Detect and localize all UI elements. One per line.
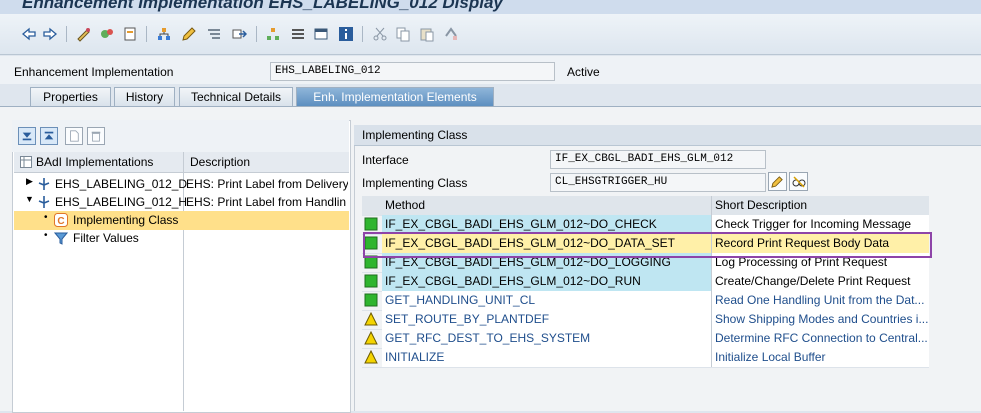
method-name: GET_RFC_DEST_TO_EHS_SYSTEM: [382, 329, 711, 348]
toolbar-separator: [256, 26, 257, 42]
tree-row-implementing-class[interactable]: • C Implementing Class: [14, 211, 349, 230]
method-name: INITIALIZE: [382, 348, 711, 367]
where-used-icon[interactable]: [205, 25, 223, 43]
column-method: Method: [385, 198, 426, 212]
interface-field[interactable]: IF_EX_CBGL_BADI_EHS_GLM_012: [550, 150, 766, 169]
copy-icon[interactable]: [394, 25, 412, 43]
column-short-description: Short Description: [711, 196, 929, 215]
method-description: Create/Change/Delete Print Request: [711, 272, 929, 291]
tree-column-description: Description: [190, 155, 251, 169]
table-row[interactable]: GET_HANDLING_UNIT_CL Read One Handling U…: [362, 291, 929, 311]
enhancement-implementation-field[interactable]: EHS_LABELING_012: [270, 62, 555, 81]
display-change-icon[interactable]: [75, 25, 93, 43]
tree-item-description: EHS: Print Label from Delivery: [186, 177, 348, 191]
other-object-icon[interactable]: [121, 25, 139, 43]
tree-item-name: EHS_LABELING_012_H: [55, 195, 188, 209]
toolbar-separator: [66, 26, 67, 42]
status-green-icon: [364, 217, 378, 231]
tree-toolbar: [12, 120, 349, 152]
tree-column-name: BAdI Implementations: [36, 155, 154, 169]
table-row[interactable]: INITIALIZE Initialize Local Buffer: [362, 348, 929, 368]
collapse-arrow-icon[interactable]: ▼: [25, 194, 34, 204]
window-title: Enhancement Implementation EHS_LABELING_…: [22, 0, 503, 12]
navigate-icon[interactable]: [230, 25, 248, 43]
method-description: Initialize Local Buffer: [711, 348, 929, 367]
interface-label: Interface: [362, 153, 409, 167]
tab-properties[interactable]: Properties: [30, 87, 111, 106]
change-pencil-button[interactable]: [768, 172, 787, 191]
tree-bullet-icon: •: [44, 212, 48, 223]
glasses-icon: [792, 175, 805, 188]
toolbar-separator: [362, 26, 363, 42]
tree-row-filter-values[interactable]: • Filter Values: [14, 229, 349, 248]
method-description: Show Shipping Modes and Countries i...: [711, 310, 929, 329]
badi-plug-icon: [38, 178, 50, 190]
status-green-icon: [364, 293, 378, 307]
activate-icon[interactable]: [98, 25, 116, 43]
class-icon: C: [54, 213, 68, 227]
expand-arrow-icon[interactable]: ▶: [26, 176, 33, 187]
tab-history[interactable]: History: [114, 87, 175, 106]
status-yellow-warning-icon: [364, 350, 378, 364]
method-name: SET_ROUTE_BY_PLANTDEF: [382, 310, 711, 329]
info-icon[interactable]: [337, 25, 355, 43]
paste-icon[interactable]: [418, 25, 436, 43]
tree-columns-icon: [20, 156, 32, 168]
svg-text:C: C: [57, 216, 64, 227]
method-name: GET_HANDLING_UNIT_CL: [382, 291, 711, 310]
methods-table-header: Method Short Description: [362, 196, 929, 216]
badi-plug-icon: [38, 196, 50, 208]
hierarchy-icon[interactable]: [155, 25, 173, 43]
status-yellow-warning-icon: [364, 312, 378, 326]
text-align-icon[interactable]: [289, 25, 307, 43]
tree-row-badi-handling[interactable]: ▼ EHS_LABELING_012_H EHS: Print Label fr…: [14, 193, 349, 212]
implementing-class-field[interactable]: CL_EHSGTRIGGER_HU: [550, 173, 766, 192]
forward-arrow-icon[interactable]: [41, 25, 59, 43]
status-text: Active: [567, 65, 600, 79]
tab-enh-implementation-elements[interactable]: Enh. Implementation Elements: [296, 87, 494, 106]
display-glasses-button[interactable]: [789, 172, 808, 191]
collapse-all-icon[interactable]: [40, 127, 58, 145]
edit-pencil-icon[interactable]: [180, 25, 198, 43]
undo-icon[interactable]: [442, 25, 460, 43]
tree-header: BAdI Implementations Description: [14, 152, 349, 173]
tree-item-name: Implementing Class: [73, 213, 179, 227]
expand-all-icon[interactable]: [18, 127, 36, 145]
method-description: Determine RFC Connection to Central...: [711, 329, 929, 348]
status-yellow-warning-icon: [364, 331, 378, 345]
tree-row-badi-delivery[interactable]: ▶ EHS_LABELING_012_D EHS: Print Label fr…: [14, 175, 349, 194]
back-arrow-icon[interactable]: [20, 25, 38, 43]
panel-header: Implementing Class: [354, 125, 981, 146]
toolbar-separator: [146, 26, 147, 42]
filter-icon: [54, 232, 68, 245]
table-row[interactable]: IF_EX_CBGL_BADI_EHS_GLM_012~DO_RUN Creat…: [362, 272, 929, 292]
status-green-icon: [364, 274, 378, 288]
cut-icon[interactable]: [371, 25, 389, 43]
method-description: Read One Handling Unit from the Dat...: [711, 291, 929, 310]
table-row[interactable]: SET_ROUTE_BY_PLANTDEF Show Shipping Mode…: [362, 310, 929, 330]
object-list-icon[interactable]: [264, 25, 282, 43]
method-name: IF_EX_CBGL_BADI_EHS_GLM_012~DO_RUN: [382, 272, 711, 291]
application-toolbar: [0, 14, 981, 55]
tab-technical-details[interactable]: Technical Details: [179, 87, 293, 106]
table-row[interactable]: GET_RFC_DEST_TO_EHS_SYSTEM Determine RFC…: [362, 329, 929, 349]
implementing-class-label: Implementing Class: [362, 176, 468, 190]
tree-item-name: Filter Values: [73, 231, 139, 245]
window-title-bar: Enhancement Implementation EHS_LABELING_…: [0, 0, 981, 14]
enhancement-implementation-label: Enhancement Implementation: [14, 65, 174, 79]
row-highlight-box: [363, 232, 932, 258]
delete-icon[interactable]: [87, 127, 105, 145]
panel-title: Implementing Class: [362, 128, 468, 142]
create-icon[interactable]: [65, 127, 83, 145]
window-icon[interactable]: [312, 25, 330, 43]
tab-strip: Properties History Technical Details Enh…: [0, 84, 981, 107]
tree-item-description: EHS: Print Label from Handlin: [186, 195, 347, 209]
tree-bullet-icon: •: [44, 230, 48, 241]
tree-item-name: EHS_LABELING_012_D: [55, 177, 188, 191]
pencil-icon: [771, 176, 783, 188]
